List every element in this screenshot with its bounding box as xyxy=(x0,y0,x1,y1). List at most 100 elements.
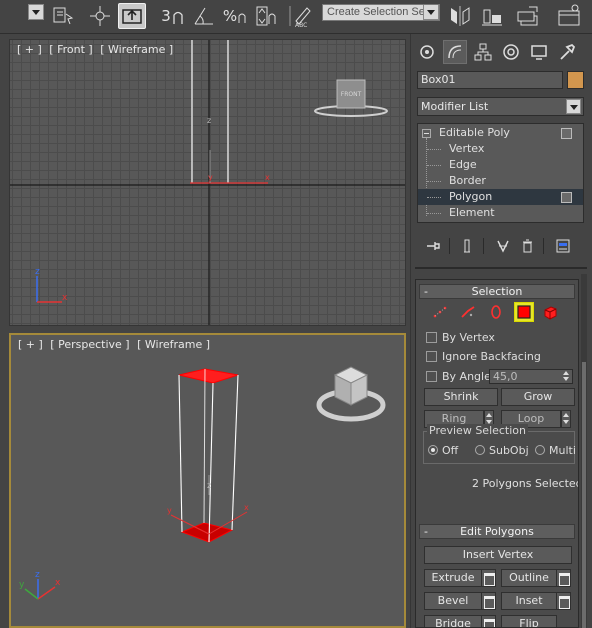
stack-item-editable-poly-label: Editable Poly xyxy=(439,126,510,139)
snaps-toggle-icon[interactable]: 3 xyxy=(158,3,188,29)
border-subobject-icon[interactable] xyxy=(486,302,506,322)
stack-subobject-border[interactable]: Border xyxy=(418,173,583,189)
preview-off-label: Off xyxy=(442,444,459,457)
perspective-viewport-canvas: y x z z x y xyxy=(19,366,386,600)
modifier-list-arrow[interactable] xyxy=(566,99,581,114)
preview-off-option[interactable]: Off xyxy=(428,444,458,457)
align-icon[interactable] xyxy=(478,3,506,29)
show-end-result-icon[interactable] xyxy=(457,236,477,256)
stack-subobject-polygon-toggle[interactable] xyxy=(561,192,572,203)
object-color-swatch[interactable] xyxy=(567,71,584,89)
rollout-scrollbar-thumb[interactable] xyxy=(582,362,586,628)
pin-stack-icon[interactable] xyxy=(423,236,443,256)
configure-modifier-sets-icon[interactable] xyxy=(553,236,573,256)
modifier-list-dropdown[interactable]: Modifier List xyxy=(417,97,584,116)
motion-tab-icon[interactable] xyxy=(499,40,523,64)
loop-spinner[interactable] xyxy=(561,410,571,428)
by-vertex-checkbox-row[interactable]: By Vertex xyxy=(426,331,495,347)
collapse-toggle-icon[interactable] xyxy=(422,129,431,138)
stack-subobject-vertex-label: Vertex xyxy=(449,142,485,155)
stack-item-editable-poly-toggle[interactable] xyxy=(561,128,572,139)
polygon-subobject-icon[interactable] xyxy=(514,302,534,322)
preview-subobj-radio[interactable] xyxy=(475,445,485,455)
preview-multi-radio[interactable] xyxy=(535,445,545,455)
front-tripod-x-label: x xyxy=(62,293,68,303)
ignore-backfacing-checkbox[interactable] xyxy=(426,351,437,362)
spinner-snap-icon[interactable] xyxy=(252,3,278,29)
display-tab-icon[interactable] xyxy=(527,40,551,64)
remove-modifier-icon[interactable] xyxy=(517,236,537,256)
object-name-field[interactable]: Box01 xyxy=(417,71,563,89)
grow-button[interactable]: Grow xyxy=(501,388,575,406)
percent-snap-icon[interactable]: % xyxy=(222,3,248,29)
perspective-viewport-shading[interactable]: [ Wireframe ] xyxy=(137,338,210,351)
extrude-button[interactable]: Extrude xyxy=(424,569,482,587)
stack-subobject-element[interactable]: Element xyxy=(418,205,583,221)
outline-settings-icon[interactable] xyxy=(556,569,571,587)
preview-subobj-option[interactable]: SubObj xyxy=(475,444,529,457)
select-by-name-icon[interactable] xyxy=(50,3,76,29)
flip-button[interactable]: Flip xyxy=(501,615,557,627)
insert-vertex-button[interactable]: Insert Vertex xyxy=(424,546,572,564)
bridge-button[interactable]: Bridge xyxy=(424,615,482,627)
edit-named-selection-icon[interactable]: ABC xyxy=(286,3,316,29)
mirror-icon[interactable] xyxy=(446,3,474,29)
by-vertex-checkbox[interactable] xyxy=(426,332,437,343)
front-viewport-shading[interactable]: [ Wireframe ] xyxy=(100,43,173,56)
edit-polygons-rollout-header[interactable]: - Edit Polygons xyxy=(419,524,575,539)
bevel-settings-icon[interactable] xyxy=(481,592,496,610)
vertex-subobject-icon[interactable] xyxy=(430,302,450,322)
angle-spinner-arrows[interactable] xyxy=(562,371,571,382)
bridge-settings-icon[interactable] xyxy=(481,615,496,627)
utilities-tab-icon[interactable] xyxy=(555,40,579,64)
stack-tools-separator xyxy=(483,238,484,254)
selection-rollout-header[interactable]: - Selection xyxy=(419,284,575,299)
front-viewport-label[interactable]: [ + ] [ Front ] [ Wireframe ] xyxy=(17,43,173,56)
angle-snap-icon[interactable] xyxy=(190,3,218,29)
edge-subobject-icon[interactable] xyxy=(458,302,478,322)
perspective-viewport-label[interactable]: [ + ] [ Perspective ] [ Wireframe ] xyxy=(18,338,210,351)
preview-selection-title: Preview Selection xyxy=(427,424,529,437)
front-viewport-menu[interactable]: [ + ] xyxy=(17,43,42,56)
select-and-move-icon[interactable] xyxy=(86,3,114,29)
by-angle-checkbox-row[interactable]: By Angle: xyxy=(426,370,495,386)
by-angle-checkbox[interactable] xyxy=(426,371,437,382)
stack-subobject-vertex[interactable]: Vertex xyxy=(418,141,583,157)
perspective-viewport-menu[interactable]: [ + ] xyxy=(18,338,43,351)
preview-off-radio[interactable] xyxy=(428,445,438,455)
hierarchy-tab-icon[interactable] xyxy=(471,40,495,64)
stack-subobject-edge[interactable]: Edge xyxy=(418,157,583,173)
scene-explorer-icon[interactable] xyxy=(554,3,584,29)
stack-item-editable-poly[interactable]: Editable Poly xyxy=(418,125,583,141)
preview-multi-label: Multi xyxy=(549,444,576,457)
element-subobject-icon[interactable] xyxy=(540,302,560,322)
filter-dropdown-arrow[interactable] xyxy=(28,4,44,20)
inset-settings-icon[interactable] xyxy=(556,592,571,610)
layer-manager-icon[interactable] xyxy=(514,3,542,29)
outline-button[interactable]: Outline xyxy=(501,569,557,587)
angle-spinner[interactable]: 45,0 xyxy=(489,369,573,384)
edit-polygons-rollout-title: Edit Polygons xyxy=(460,525,534,538)
make-unique-icon[interactable] xyxy=(493,236,513,256)
stack-subobject-polygon[interactable]: Polygon xyxy=(418,189,583,205)
inset-button[interactable]: Inset xyxy=(501,592,557,610)
select-and-place-icon[interactable] xyxy=(118,3,146,29)
persp-gizmo-y-label: y xyxy=(167,506,172,515)
shrink-button[interactable]: Shrink xyxy=(424,388,498,406)
front-viewport-view[interactable]: [ Front ] xyxy=(49,43,92,56)
stack-tree-branch xyxy=(427,181,441,182)
modify-tab-icon[interactable] xyxy=(443,40,467,64)
main-toolbar: 3 % ABC Create Selection Se xyxy=(0,0,592,34)
front-viewport[interactable]: z y x FRONT z x [ + ] [ Front ] [ Wirefr… xyxy=(9,39,406,326)
ignore-backfacing-checkbox-row[interactable]: Ignore Backfacing xyxy=(426,350,541,366)
create-tab-icon[interactable] xyxy=(415,40,439,64)
perspective-viewport[interactable]: y x z z x y [ + ] [ Perspective ] [ Wire… xyxy=(9,333,406,628)
perspective-viewport-view[interactable]: [ Perspective ] xyxy=(50,338,129,351)
bevel-button[interactable]: Bevel xyxy=(424,592,482,610)
named-selection-set-field[interactable]: Create Selection Se xyxy=(322,4,440,21)
named-selection-dropdown-arrow[interactable] xyxy=(423,5,439,20)
rollout-scrollbar[interactable] xyxy=(581,274,587,628)
preview-multi-option[interactable]: Multi xyxy=(535,444,576,457)
stack-subobject-polygon-label: Polygon xyxy=(449,190,493,203)
extrude-settings-icon[interactable] xyxy=(481,569,496,587)
